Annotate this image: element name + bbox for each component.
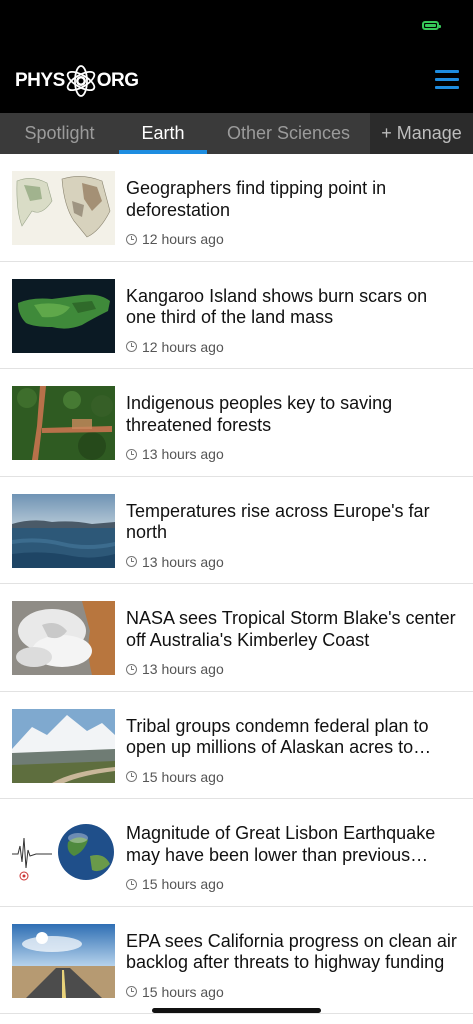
clock-icon (126, 556, 137, 567)
alaska-mountain-thumbnail (12, 708, 115, 783)
article-time-text: 12 hours ago (142, 231, 224, 247)
article-item[interactable]: Magnitude of Great Lisbon Earthquake may… (0, 799, 473, 907)
article-time-text: 13 hours ago (142, 446, 224, 462)
article-time-text: 13 hours ago (142, 661, 224, 677)
article-title: Tribal groups condemn federal plan to op… (126, 715, 429, 758)
tab-manage[interactable]: + Manage (370, 113, 473, 154)
highway-sky-thumbnail (12, 923, 115, 998)
article-title: Geographers find tipping point in defore… (126, 178, 387, 220)
article-time-text: 15 hours ago (142, 876, 224, 892)
article-title: Kangaroo Island shows burn scars on one … (126, 285, 428, 328)
article-title: Magnitude of Great Lisbon Earthquake may… (126, 823, 436, 865)
storm-satellite-thumbnail (12, 601, 115, 675)
category-tabs: Spotlight Earth Other Sciences + Manage (0, 113, 473, 154)
tab-spotlight[interactable]: Spotlight (0, 113, 119, 154)
clock-icon (126, 986, 137, 997)
article-list: Geographers find tipping point in defore… (0, 154, 473, 1014)
article-title: NASA sees Tropical Storm Blake's center … (126, 608, 456, 650)
article-time: 12 hours ago (126, 231, 224, 247)
globe-seismograph-thumbnail (12, 816, 115, 890)
article-time: 15 hours ago (126, 769, 224, 785)
article-item[interactable]: Tribal groups condemn federal plan to op… (0, 692, 473, 799)
article-time: 13 hours ago (126, 661, 224, 677)
article-time: 13 hours ago (126, 446, 224, 462)
article-time: 13 hours ago (126, 554, 224, 570)
article-time: 15 hours ago (126, 876, 224, 892)
article-title: EPA sees California progress on clean ai… (126, 930, 457, 973)
tab-earth[interactable]: Earth (119, 113, 207, 154)
clock-icon (126, 448, 137, 460)
clock-icon (126, 771, 137, 782)
tab-other-sciences[interactable]: Other Sciences (207, 113, 370, 154)
clock-icon (126, 663, 137, 675)
forest-aerial-thumbnail (12, 386, 115, 460)
article-time-text: 15 hours ago (142, 768, 224, 785)
article-item[interactable]: NASA sees Tropical Storm Blake's center … (0, 584, 473, 692)
status-bar (0, 0, 473, 48)
arctic-sea-thumbnail (12, 493, 115, 568)
app-screen: PHYS ORG Spotlight Earth Other Sciences … (0, 0, 473, 1024)
article-title: Temperatures rise across Europe's far no… (126, 500, 430, 543)
clock-icon (126, 341, 137, 352)
article-time-text: 15 hours ago (142, 983, 224, 1000)
home-indicator[interactable] (152, 1008, 321, 1013)
article-item[interactable]: Kangaroo Island shows burn scars on one … (0, 262, 473, 369)
article-title: Indigenous peoples key to saving threate… (126, 393, 393, 435)
article-time-text: 12 hours ago (142, 338, 224, 355)
satellite-island-thumbnail (12, 278, 115, 353)
battery-charging-icon (422, 21, 441, 30)
article-item[interactable]: Geographers find tipping point in defore… (0, 154, 473, 262)
article-time-text: 13 hours ago (142, 553, 224, 570)
app-header: PHYS ORG (0, 48, 473, 113)
clock-icon (126, 233, 137, 245)
article-time: 15 hours ago (126, 984, 224, 1000)
map-thumbnail (12, 171, 115, 245)
article-item[interactable]: Indigenous peoples key to saving threate… (0, 369, 473, 477)
article-item[interactable]: EPA sees California progress on clean ai… (0, 907, 473, 1014)
logo-text-left: PHYS (15, 70, 65, 91)
logo-text-right: ORG (96, 70, 139, 91)
hamburger-menu-icon[interactable] (435, 70, 459, 90)
clock-icon (126, 878, 137, 890)
article-item[interactable]: Temperatures rise across Europe's far no… (0, 477, 473, 584)
article-time: 12 hours ago (126, 339, 224, 355)
atom-logo-icon (66, 65, 95, 97)
physorg-logo[interactable]: PHYS ORG (15, 64, 139, 98)
